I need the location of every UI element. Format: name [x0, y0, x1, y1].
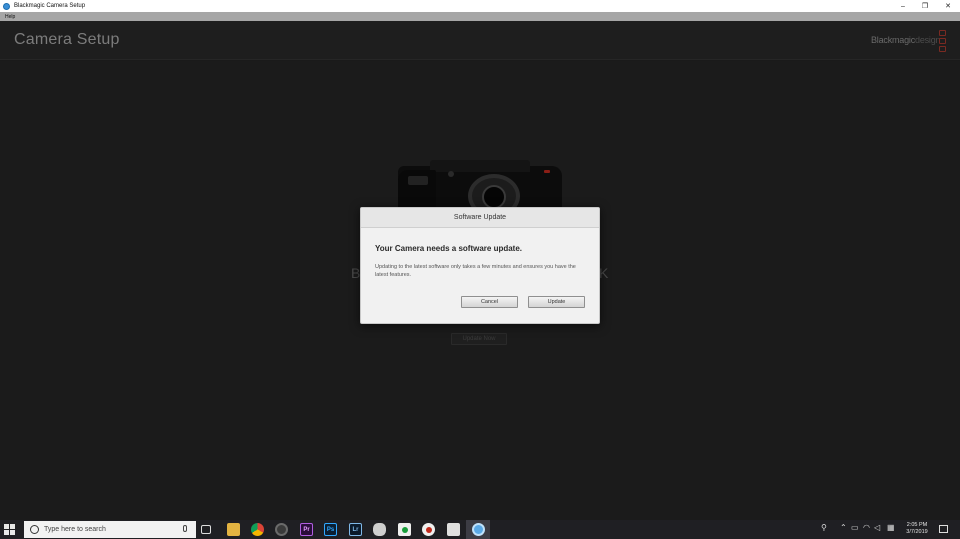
taskbar: Type here to search Pr Ps Lr ⚲ ⌃ ▭ ◠ ◁ ▦… — [0, 520, 960, 539]
window-title-bar: Blackmagic Camera Setup — [0, 0, 960, 12]
microphone-icon[interactable] — [183, 525, 187, 532]
camera-name-text-right: K — [599, 265, 609, 281]
system-clock[interactable]: 2:05 PM 3/7/2019 — [900, 522, 934, 536]
update-now-button[interactable]: Update Now — [451, 333, 507, 345]
clock-date: 3/7/2019 — [906, 529, 928, 535]
photoshop-icon[interactable]: Ps — [324, 523, 337, 536]
brand-main: Blackmagic — [871, 35, 916, 45]
calculator-icon[interactable] — [447, 523, 460, 536]
keyboard-icon[interactable]: ▦ — [887, 523, 895, 532]
cancel-button[interactable]: Cancel — [461, 296, 518, 308]
close-button[interactable]: ✕ — [937, 0, 959, 12]
record-app-icon[interactable] — [422, 523, 435, 536]
blackmagic-camera-setup-icon[interactable] — [472, 523, 485, 536]
taskbar-search-input[interactable]: Type here to search — [24, 521, 196, 538]
search-placeholder: Type here to search — [44, 526, 106, 533]
task-view-icon[interactable] — [201, 525, 211, 534]
dialog-message: Updating to the latest software only tak… — [375, 264, 576, 278]
minimize-button[interactable]: – — [892, 0, 914, 12]
show-hidden-icons-icon[interactable]: ⌃ — [840, 523, 847, 532]
cortana-icon — [30, 525, 39, 534]
dialog-heading: Your Camera needs a software update. — [375, 244, 523, 253]
chrome-icon[interactable] — [251, 523, 264, 536]
volume-icon[interactable]: ◁ — [874, 523, 880, 532]
update-button[interactable]: Update — [528, 296, 585, 308]
blackmagic-logo-icon — [939, 30, 948, 52]
window-title: Blackmagic Camera Setup — [14, 3, 86, 9]
brand-light: design — [915, 35, 941, 45]
page-title: Camera Setup — [14, 31, 120, 48]
green-app-icon[interactable] — [398, 523, 411, 536]
menu-bar: Help — [0, 12, 960, 21]
menu-help[interactable]: Help — [5, 14, 15, 20]
mixer-app-icon[interactable] — [373, 523, 386, 536]
lightroom-icon[interactable]: Lr — [349, 523, 362, 536]
network-icon[interactable]: ◠ — [863, 523, 870, 532]
davinci-resolve-icon[interactable] — [275, 523, 288, 536]
app-header: Camera Setup Blackmagicdesign — [0, 21, 960, 60]
file-explorer-icon[interactable] — [227, 523, 240, 536]
battery-icon[interactable]: ▭ — [851, 523, 859, 532]
premiere-icon[interactable]: Pr — [300, 523, 313, 536]
clock-time: 2:05 PM — [906, 522, 928, 528]
windows-start-icon[interactable] — [4, 524, 15, 535]
notifications-icon[interactable] — [939, 525, 948, 533]
camera-name-text-left: B — [351, 265, 361, 281]
app-icon — [3, 2, 10, 10]
restore-button[interactable]: ❐ — [914, 0, 936, 12]
dialog-title: Software Update — [361, 208, 599, 228]
people-icon[interactable]: ⚲ — [821, 523, 827, 532]
brand-logo-text: Blackmagicdesign — [871, 35, 941, 45]
software-update-dialog: Software Update Your Camera needs a soft… — [360, 207, 600, 324]
